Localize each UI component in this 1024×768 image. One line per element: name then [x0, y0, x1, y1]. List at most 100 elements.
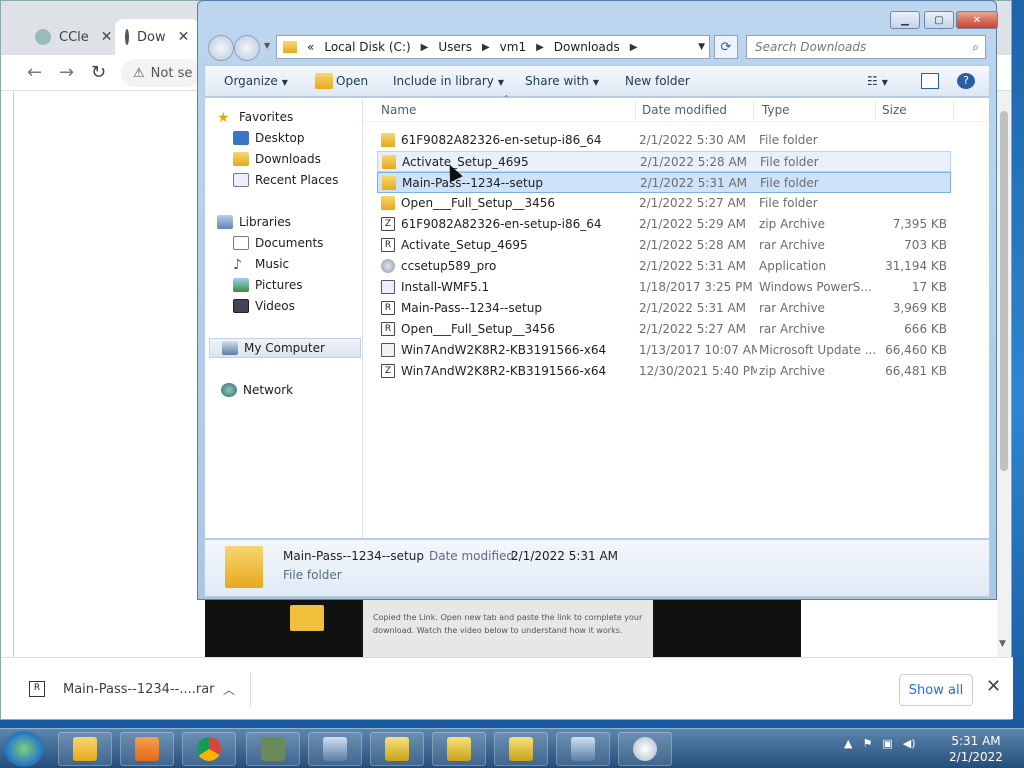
- file-row[interactable]: 61F9082A82326-en-setup-i86_64 2/1/2022 5:…: [377, 130, 951, 151]
- include-in-library-button[interactable]: Include in library ▼: [393, 74, 504, 88]
- scroll-down-icon[interactable]: ▼: [999, 639, 1006, 649]
- file-type: File folder: [759, 133, 818, 147]
- column-divider[interactable]: [953, 100, 954, 120]
- minimize-button[interactable]: ▁: [890, 11, 920, 29]
- desktop-icon: [233, 131, 249, 145]
- help-icon[interactable]: ?: [957, 73, 975, 89]
- forward-arrow-icon[interactable]: →: [59, 62, 74, 83]
- taskbar-chrome[interactable]: [182, 732, 236, 766]
- breadcrumb-separator-icon[interactable]: ▶: [536, 42, 544, 53]
- nav-documents[interactable]: Documents: [233, 233, 357, 253]
- nav-desktop[interactable]: Desktop: [233, 128, 357, 148]
- file-row[interactable]: R Activate_Setup_4695 2/1/2022 5:28 AM rar …: [377, 235, 951, 256]
- network-icon[interactable]: ▣: [882, 737, 892, 750]
- breadcrumb-overflow[interactable]: «: [307, 40, 314, 54]
- download-item[interactable]: R Main-Pass--1234--....rar ︿: [29, 672, 251, 706]
- taskbar-media-player[interactable]: [120, 732, 174, 766]
- file-name: Activate_Setup_4695: [401, 238, 528, 252]
- file-row[interactable]: Activate_Setup_4695 2/1/2022 5:28 AM File …: [377, 151, 951, 172]
- taskbar-app-4[interactable]: [246, 732, 300, 766]
- column-divider[interactable]: [635, 100, 636, 120]
- breadcrumb-separator-icon[interactable]: ▶: [630, 42, 638, 53]
- file-date: 2/1/2022 5:29 AM: [639, 217, 747, 231]
- breadcrumb-downloads[interactable]: Downloads: [554, 40, 620, 54]
- show-hidden-icons-icon[interactable]: ▲: [844, 737, 852, 750]
- taskbar-app-9[interactable]: [556, 732, 610, 766]
- scrollbar-thumb[interactable]: [1000, 111, 1008, 471]
- nav-favorites[interactable]: ★ Favorites: [217, 107, 357, 127]
- share-with-button[interactable]: Share with ▼: [525, 74, 599, 88]
- back-arrow-icon[interactable]: ←: [27, 62, 42, 83]
- reload-icon[interactable]: ↻: [91, 62, 106, 83]
- close-button[interactable]: ✕: [956, 11, 998, 29]
- chrome-tab-download[interactable]: Dow ✕: [115, 19, 199, 55]
- chevron-up-icon[interactable]: ︿: [223, 681, 235, 698]
- taskbar-app-10[interactable]: [618, 732, 672, 766]
- taskbar-app-6[interactable]: [370, 732, 424, 766]
- nav-music[interactable]: ♪ Music: [233, 254, 357, 274]
- breadcrumb-local-disk[interactable]: Local Disk (C:): [324, 40, 410, 54]
- file-row[interactable]: R Main-Pass--1234--setup 2/1/2022 5:31 AM r…: [377, 298, 951, 319]
- file-type: File folder: [759, 196, 818, 210]
- action-center-icon[interactable]: ⚑: [862, 737, 872, 750]
- file-type: File folder: [760, 155, 819, 169]
- open-button[interactable]: Open: [336, 74, 368, 88]
- nav-recent-places[interactable]: Recent Places: [233, 170, 357, 190]
- omnibox[interactable]: ⚠ Not se: [121, 59, 201, 87]
- taskbar-app-8[interactable]: [494, 732, 548, 766]
- file-row[interactable]: Main-Pass--1234--setup 2/1/2022 5:31 AM Fi…: [377, 172, 951, 193]
- breadcrumb-users[interactable]: Users: [438, 40, 472, 54]
- show-all-button[interactable]: Show all: [899, 674, 973, 706]
- page-scrollbar[interactable]: ▼: [997, 91, 1011, 657]
- new-folder-button[interactable]: New folder: [625, 74, 690, 88]
- file-row[interactable]: Install-WMF5.1 1/18/2017 3:25 PM Windows P…: [377, 277, 951, 298]
- breadcrumb-vm1[interactable]: vm1: [500, 40, 526, 54]
- breadcrumb-separator-icon[interactable]: ▶: [421, 42, 429, 53]
- file-size: 3,969 KB: [892, 301, 947, 315]
- nav-my-computer[interactable]: My Computer: [209, 338, 361, 358]
- close-icon[interactable]: ✕: [101, 29, 113, 45]
- nav-network[interactable]: Network: [221, 380, 361, 400]
- instruction-text: Copied the Link. Open new tab and paste …: [373, 613, 643, 635]
- column-type[interactable]: Type: [762, 103, 790, 117]
- taskbar-app-7[interactable]: [432, 732, 486, 766]
- column-date-modified[interactable]: Date modified: [642, 103, 727, 117]
- file-row[interactable]: Open___Full_Setup__3456 2/1/2022 5:27 AM F…: [377, 193, 951, 214]
- chevron-down-icon: ▼: [281, 78, 288, 87]
- recent-pages-dropdown-icon[interactable]: ▼: [264, 41, 270, 50]
- file-row[interactable]: Z 61F9082A82326-en-setup-i86_64 2/1/2022 5…: [377, 214, 951, 235]
- file-row[interactable]: Win7AndW2K8R2-KB3191566-x64 1/13/2017 10:…: [377, 340, 951, 361]
- back-button[interactable]: [208, 35, 234, 61]
- column-name[interactable]: Name: [381, 103, 416, 117]
- clock[interactable]: 5:31 AM 2/1/2022: [944, 733, 1008, 765]
- nav-downloads[interactable]: Downloads: [233, 149, 357, 169]
- start-button[interactable]: [4, 731, 44, 767]
- volume-icon[interactable]: ◀): [903, 737, 916, 750]
- nav-libraries[interactable]: Libraries: [217, 212, 357, 232]
- views-button[interactable]: ☷ ▼: [867, 74, 888, 88]
- chrome-tab-ccleaner[interactable]: CCle ✕: [25, 19, 123, 55]
- refresh-button[interactable]: ⟳: [714, 35, 738, 59]
- close-icon[interactable]: ✕: [178, 29, 190, 45]
- search-input[interactable]: Search Downloads ⌕: [746, 35, 986, 59]
- nav-pictures[interactable]: Pictures: [233, 275, 357, 295]
- address-bar[interactable]: « Local Disk (C:) ▶ Users ▶ vm1 ▶ Downlo…: [276, 35, 710, 59]
- file-row[interactable]: ccsetup589_pro 2/1/2022 5:31 AM Applicatio…: [377, 256, 951, 277]
- nav-videos[interactable]: Videos: [233, 296, 357, 316]
- file-row[interactable]: Z Win7AndW2K8R2-KB3191566-x64 12/30/2021 5…: [377, 361, 951, 382]
- preview-pane-icon[interactable]: [921, 73, 939, 89]
- computer-icon: [222, 341, 238, 355]
- forward-button[interactable]: [234, 35, 260, 61]
- column-size[interactable]: Size: [882, 103, 907, 117]
- organize-button[interactable]: Organize ▼: [224, 74, 288, 88]
- file-row[interactable]: R Open___Full_Setup__3456 2/1/2022 5:27 AM…: [377, 319, 951, 340]
- close-icon[interactable]: ✕: [986, 676, 1001, 697]
- column-divider[interactable]: [875, 100, 876, 120]
- search-icon[interactable]: ⌕: [972, 40, 979, 55]
- maximize-button[interactable]: ▢: [924, 11, 954, 29]
- taskbar-app-5[interactable]: [308, 732, 362, 766]
- taskbar-explorer[interactable]: [58, 732, 112, 766]
- address-dropdown-icon[interactable]: ▼: [698, 42, 705, 52]
- column-divider[interactable]: [753, 100, 754, 120]
- breadcrumb-separator-icon[interactable]: ▶: [482, 42, 490, 53]
